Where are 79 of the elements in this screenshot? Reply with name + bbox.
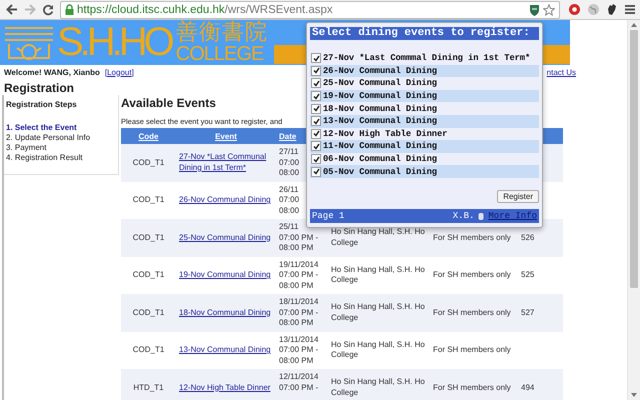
url-field[interactable]: https://cloud.itsc.cuhk.edu.hk/wrs/WRSEvent.aspx xyxy=(60,0,560,18)
checkbox[interactable] xyxy=(311,104,321,114)
reload-icon[interactable] xyxy=(42,4,54,16)
event-link[interactable]: 13-Nov Communal Dining xyxy=(179,345,273,356)
globe-icon[interactable] xyxy=(587,3,600,16)
menu-icon[interactable] xyxy=(624,4,636,15)
step-item[interactable]: 2. Update Personal Info xyxy=(6,133,116,143)
page-heading: Available Events xyxy=(121,96,216,110)
checkbox[interactable] xyxy=(311,66,321,76)
venue-cell: Ho Sin Hang Hall, S.H. Ho College xyxy=(331,340,425,360)
lock-icon xyxy=(65,4,74,15)
contact-link[interactable]: ntact Us xyxy=(546,68,576,76)
remark-cell: For SH members only xyxy=(433,232,511,242)
event-option[interactable]: 25-Nov Communal Dining xyxy=(323,78,437,88)
scrollbar-thumb[interactable] xyxy=(630,30,638,288)
star-icon[interactable] xyxy=(543,4,555,16)
number-cell: 525 xyxy=(521,270,534,279)
date-cell: 25/11 07:00 PM - 08:00 PM xyxy=(279,222,318,252)
checkbox[interactable] xyxy=(311,78,321,88)
remark-cell: For SH members only xyxy=(433,308,511,316)
checkbox[interactable] xyxy=(311,166,321,177)
column-header[interactable]: Event xyxy=(215,132,237,140)
code-cell: COD_T1 xyxy=(132,270,164,279)
venue-cell: Ho Sin Hang Hall, S.H. Ho College xyxy=(331,227,425,247)
remark-cell: For SH members only xyxy=(433,270,511,279)
date-cell: 27/11 07:00 08:00 xyxy=(279,147,300,177)
checkbox[interactable] xyxy=(311,141,321,152)
date-cell: 12/11/2014 07:00 PM - xyxy=(279,372,318,392)
section-title: Registration xyxy=(3,81,76,95)
code-cell: COD_T1 xyxy=(132,158,164,166)
hand-icon[interactable] xyxy=(606,3,618,16)
panel-title: Registration Steps xyxy=(6,100,78,109)
ring-icon[interactable] xyxy=(568,3,581,16)
venue-cell: Ho Sin Hang Hall, S.H. Ho College xyxy=(331,377,425,397)
logout-link[interactable]: [Logout] xyxy=(104,68,134,76)
event-option[interactable]: 06-Nov Communal Dining xyxy=(323,154,437,164)
event-link[interactable]: 26-Nov Communal Dining xyxy=(179,195,273,206)
step-item[interactable]: 1. Select the Event xyxy=(6,123,116,133)
venue-cell: Ho Sin Hang Hall, S.H. Ho College xyxy=(331,302,425,322)
number-cell: 526 xyxy=(521,232,534,242)
popup-title: Select dining events to register: xyxy=(310,27,539,40)
code-cell: COD_T1 xyxy=(132,308,164,316)
event-link[interactable]: 19-Nov Communal Dining xyxy=(179,270,273,280)
remark-cell: For SH members only xyxy=(433,345,511,354)
step-item[interactable]: 3. Payment xyxy=(6,143,116,153)
code-cell: COD_T1 xyxy=(132,345,164,354)
venue-cell: Ho Sin Hang Hall, S.H. Ho College xyxy=(331,264,425,284)
info-icon xyxy=(478,212,484,220)
code-cell: COD_T1 xyxy=(132,232,164,242)
checkbox[interactable] xyxy=(311,128,321,139)
event-option[interactable]: 27-Nov *Last Commmal Dining in 1st Term* xyxy=(323,53,530,64)
date-cell: 19/11/2014 07:00 PM - 08:00 PM xyxy=(279,260,318,290)
date-cell: 13/11/2014 07:00 PM - 08:00 PM xyxy=(279,334,318,364)
step-item[interactable]: 4. Registration Result xyxy=(6,153,116,163)
checkbox[interactable] xyxy=(311,91,321,102)
back-icon[interactable] xyxy=(6,4,18,15)
code-cell: HTD_T1 xyxy=(133,382,164,392)
page-label: Page 1 xyxy=(312,211,344,221)
number-cell: 494 xyxy=(521,382,534,392)
shield-icon[interactable] xyxy=(529,4,540,16)
college-chinese-name: 善衡書院 xyxy=(176,20,269,44)
remark-cell: For SH members only xyxy=(433,382,511,392)
number-cell: 527 xyxy=(521,308,534,316)
date-cell: 26/11 07:00 08:00 xyxy=(279,184,300,214)
checkbox[interactable] xyxy=(311,154,321,164)
checkbox[interactable] xyxy=(311,116,321,126)
college-title: S.H.HO xyxy=(57,20,172,65)
college-subtitle: COLLEGE xyxy=(176,44,264,65)
date-cell: 18/11/2014 07:00 PM - 08:00 PM xyxy=(279,297,318,327)
event-option[interactable]: 12-Nov High Table Dinner xyxy=(323,128,448,139)
scroll-down-icon[interactable] xyxy=(631,393,637,397)
welcome-text: Welcome! WANG, Xianbo xyxy=(4,68,100,76)
author-label: X.B. xyxy=(452,211,474,221)
url-text: https://cloud.itsc.cuhk.edu.hk/wrs/WRSEvent.aspx xyxy=(77,4,333,16)
code-cell: COD_T1 xyxy=(132,195,164,204)
checkbox[interactable] xyxy=(311,53,321,64)
event-option[interactable]: 18-Nov Communal Dining xyxy=(323,104,437,114)
register-button[interactable]: Register xyxy=(497,190,539,203)
scroll-up-icon[interactable] xyxy=(631,23,637,27)
